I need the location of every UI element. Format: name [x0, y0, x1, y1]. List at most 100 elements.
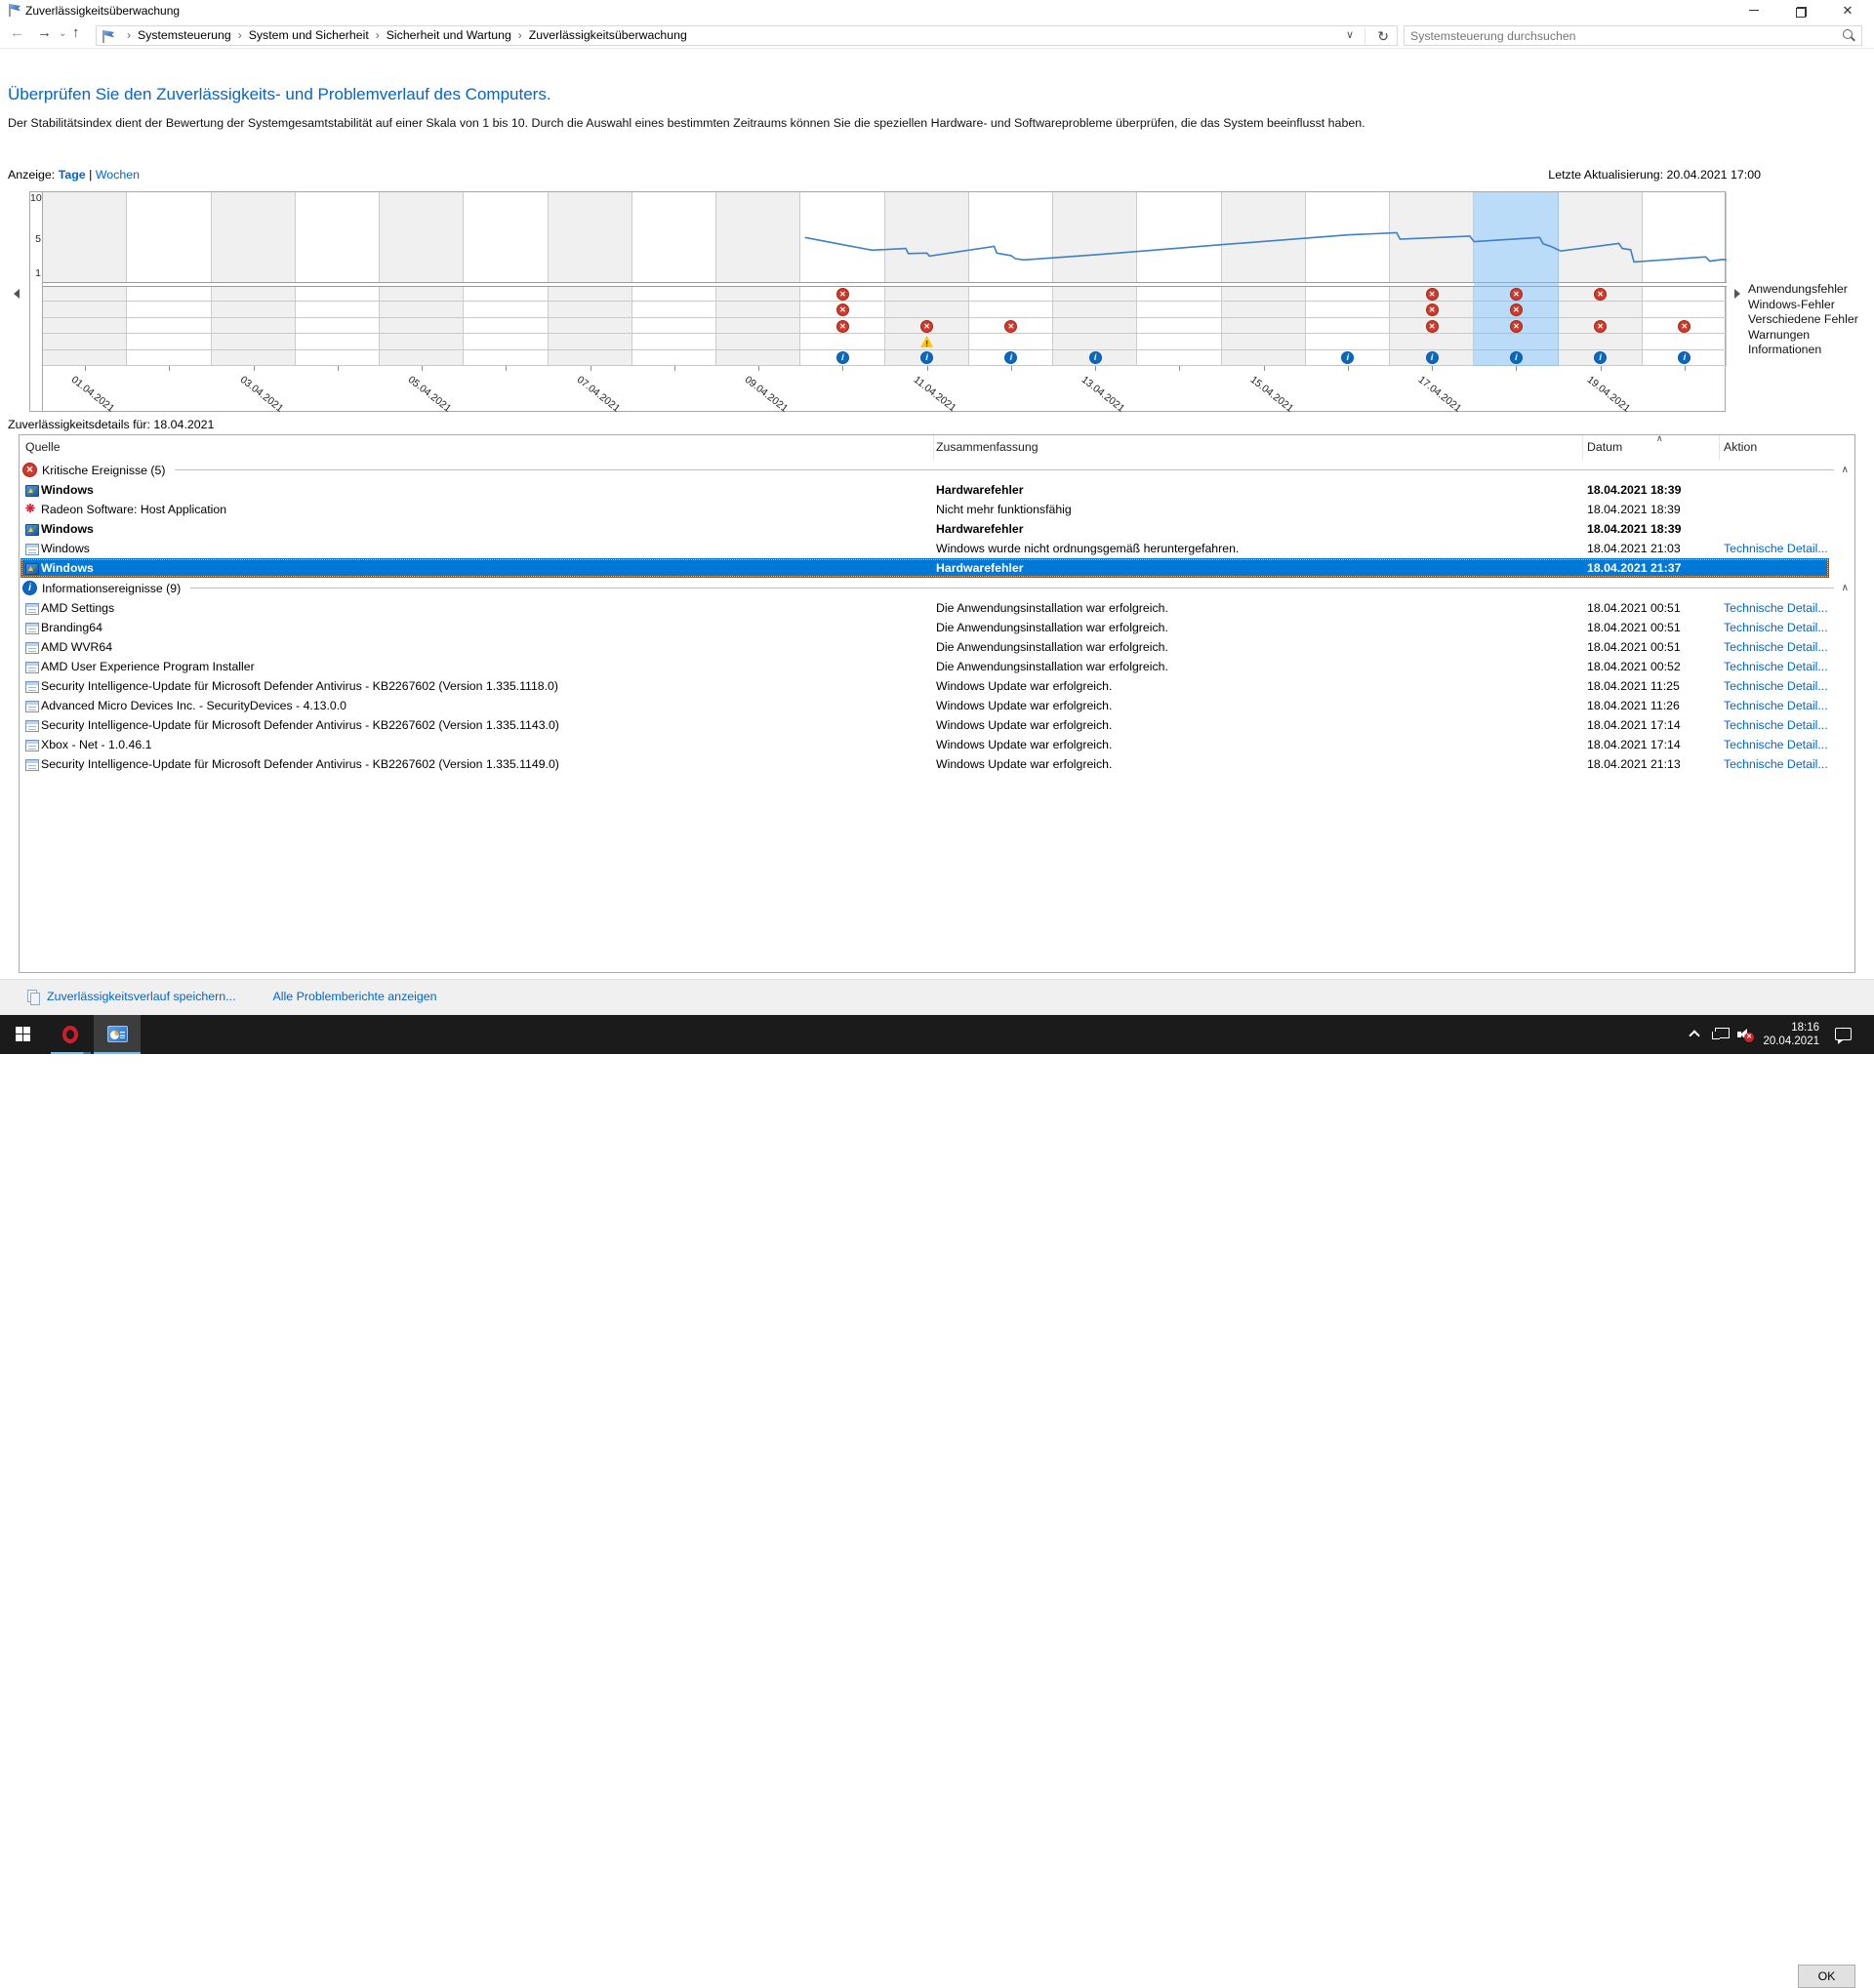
row-source: Windows	[41, 539, 90, 558]
back-button[interactable]: ←	[10, 24, 24, 41]
table-row[interactable]: WindowsHardwarefehler18.04.2021 18:39	[20, 480, 1854, 500]
forward-button[interactable]: →	[37, 24, 52, 41]
view-all-problem-reports-link[interactable]: Alle Problemberichte anzeigen	[273, 990, 437, 1003]
search-box	[1404, 25, 1862, 46]
address-bar[interactable]: ›Systemsteuerung›System und Sicherheit›S…	[96, 25, 1398, 46]
view-switch: Anzeige: Tage | Wochen	[8, 168, 140, 182]
view-option-weeks[interactable]: Wochen	[96, 168, 140, 182]
technical-details-link[interactable]: Technische Detail...	[1724, 696, 1828, 715]
x-axis-date-label: 09.04.2021	[743, 374, 791, 415]
row-date: 18.04.2021 21:03	[1587, 539, 1681, 558]
taskbar-reliability-monitor-button[interactable]	[94, 1015, 141, 1054]
table-row[interactable]: WindowsWindows wurde nicht ordnungsgemäß…	[20, 539, 1854, 558]
hardware-error-icon	[25, 563, 39, 575]
taskbar: ✕ 18:16 20.04.2021	[0, 1015, 1874, 1054]
technical-details-link[interactable]: Technische Detail...	[1724, 618, 1828, 637]
up-button[interactable]: ↑	[72, 24, 80, 41]
table-row[interactable]: AMD User Experience Program Installer Die…	[20, 657, 1854, 676]
technical-details-link[interactable]: Technische Detail...	[1724, 715, 1828, 735]
row-summary: Hardwarefehler	[936, 558, 1024, 578]
x-axis-tick	[1179, 366, 1180, 371]
table-row[interactable]: AMD WVR64Die Anwendungsinstallation war …	[20, 637, 1854, 657]
chart-scroll-left-icon[interactable]	[14, 289, 20, 299]
information-icon: i	[1089, 351, 1102, 364]
technical-details-link[interactable]: Technische Detail...	[1724, 637, 1828, 657]
miscellaneous-failure-icon: ✕	[836, 320, 849, 333]
technical-details-link[interactable]: Technische Detail...	[1724, 539, 1828, 558]
row-source: AMD Settings	[41, 598, 114, 618]
breadcrumb-item[interactable]: Systemsteuerung	[138, 28, 231, 42]
breadcrumb-separator-icon: ›	[376, 28, 380, 42]
table-row[interactable]: AMD SettingsDie Anwendungsinstallation w…	[20, 598, 1854, 618]
technical-details-link[interactable]: Technische Detail...	[1724, 754, 1828, 774]
save-reliability-history-link[interactable]: Zuverlässigkeitsverlauf speichern...	[47, 990, 236, 1003]
technical-details-link[interactable]: Technische Detail...	[1724, 735, 1828, 754]
table-row[interactable]: ❋Radeon Software: Host ApplicationNicht …	[20, 500, 1854, 519]
group-row[interactable]: iInformationsereignisse (9)∧	[20, 578, 1854, 598]
row-source: AMD User Experience Program Installer	[41, 657, 255, 676]
search-icon[interactable]	[1843, 29, 1855, 42]
breadcrumb-item[interactable]: System und Sicherheit	[249, 28, 369, 42]
refresh-icon[interactable]: ↻	[1365, 27, 1389, 45]
row-summary: Windows Update war erfolgreich.	[936, 715, 1112, 735]
miscellaneous-failure-icon: ✕	[1004, 320, 1017, 333]
technical-details-link[interactable]: Technische Detail...	[1724, 657, 1828, 676]
column-header-zusammenfassung[interactable]: Zusammenfassung	[936, 440, 1039, 454]
x-axis-tick	[1348, 366, 1349, 371]
row-selection-highlight	[20, 558, 1829, 578]
application-window-icon	[25, 681, 39, 693]
collapse-group-icon[interactable]: ∧	[1842, 583, 1849, 593]
volume-muted-icon[interactable]: ✕	[1737, 1029, 1753, 1040]
application-window-icon	[25, 740, 39, 751]
row-source: Windows	[41, 519, 94, 539]
x-axis-tick	[422, 366, 423, 371]
minimize-button[interactable]	[1731, 0, 1776, 21]
start-button[interactable]	[0, 1015, 47, 1054]
technical-details-link[interactable]: Technische Detail...	[1724, 676, 1828, 696]
x-axis-date-label: 17.04.2021	[1416, 374, 1464, 415]
table-row[interactable]: Security Intelligence-Update für Microso…	[20, 715, 1854, 735]
x-axis-tick	[1516, 366, 1517, 371]
search-input[interactable]	[1410, 26, 1830, 45]
table-row[interactable]: Branding64Die Anwendungsinstallation war…	[20, 618, 1854, 637]
row-summary: Die Anwendungsinstallation war erfolgrei…	[936, 657, 1168, 676]
x-axis-date-label: 13.04.2021	[1080, 374, 1127, 415]
table-body: ✕Kritische Ereignisse (5)∧WindowsHardwar…	[20, 460, 1854, 774]
table-row[interactable]: WindowsHardwarefehler18.04.2021 18:39	[20, 519, 1854, 539]
column-header-quelle[interactable]: Quelle	[25, 440, 61, 454]
legend-label: Warnungen	[1748, 328, 1858, 344]
column-header-datum[interactable]: Datum	[1587, 440, 1622, 454]
restore-button[interactable]	[1778, 0, 1823, 21]
table-row[interactable]: Security Intelligence-Update für Microso…	[20, 676, 1854, 696]
group-row[interactable]: ✕Kritische Ereignisse (5)∧	[20, 460, 1854, 480]
miscellaneous-failure-icon: ✕	[920, 320, 933, 333]
x-axis-tick	[506, 366, 507, 371]
close-button[interactable]: ✕	[1825, 0, 1870, 21]
column-separator	[1719, 435, 1720, 460]
network-icon[interactable]	[1712, 1028, 1729, 1039]
minimize-icon	[1749, 10, 1759, 11]
technical-details-link[interactable]: Technische Detail...	[1724, 598, 1828, 618]
table-row[interactable]: WindowsHardwarefehler18.04.2021 21:37	[20, 558, 1854, 578]
collapse-group-icon[interactable]: ∧	[1842, 465, 1849, 475]
breadcrumb-item[interactable]: Sicherheit und Wartung	[387, 28, 511, 42]
address-dropdown-chevron-icon[interactable]: ∨	[1346, 28, 1354, 41]
row-source: Security Intelligence-Update für Microso…	[41, 676, 558, 696]
critical-events-icon: ✕	[22, 463, 37, 477]
x-axis-date-label: 05.04.2021	[406, 374, 454, 415]
tray-overflow-chevron-icon[interactable]	[1689, 1030, 1699, 1040]
column-header-aktion[interactable]: Aktion	[1724, 440, 1757, 454]
taskbar-opera-button[interactable]	[47, 1015, 94, 1054]
chart-scroll-right-icon[interactable]	[1734, 289, 1740, 299]
windows-failure-icon: ✕	[1426, 304, 1439, 316]
table-row[interactable]: Security Intelligence-Update für Microso…	[20, 754, 1854, 774]
x-axis-tick	[1095, 366, 1096, 371]
recent-pages-chevron-icon[interactable]: ⌄	[59, 28, 66, 39]
view-option-days[interactable]: Tage	[59, 168, 86, 182]
action-center-icon[interactable]	[1835, 1028, 1852, 1040]
taskbar-clock[interactable]: 18:16 20.04.2021	[1759, 1021, 1819, 1048]
table-row[interactable]: Advanced Micro Devices Inc. - SecurityDe…	[20, 696, 1854, 715]
breadcrumb-item[interactable]: Zuverlässigkeitsüberwachung	[529, 28, 687, 42]
ok-button[interactable]: OK	[1798, 1965, 1855, 1988]
table-row[interactable]: Xbox - Net - 1.0.46.1Windows Update war …	[20, 735, 1854, 754]
